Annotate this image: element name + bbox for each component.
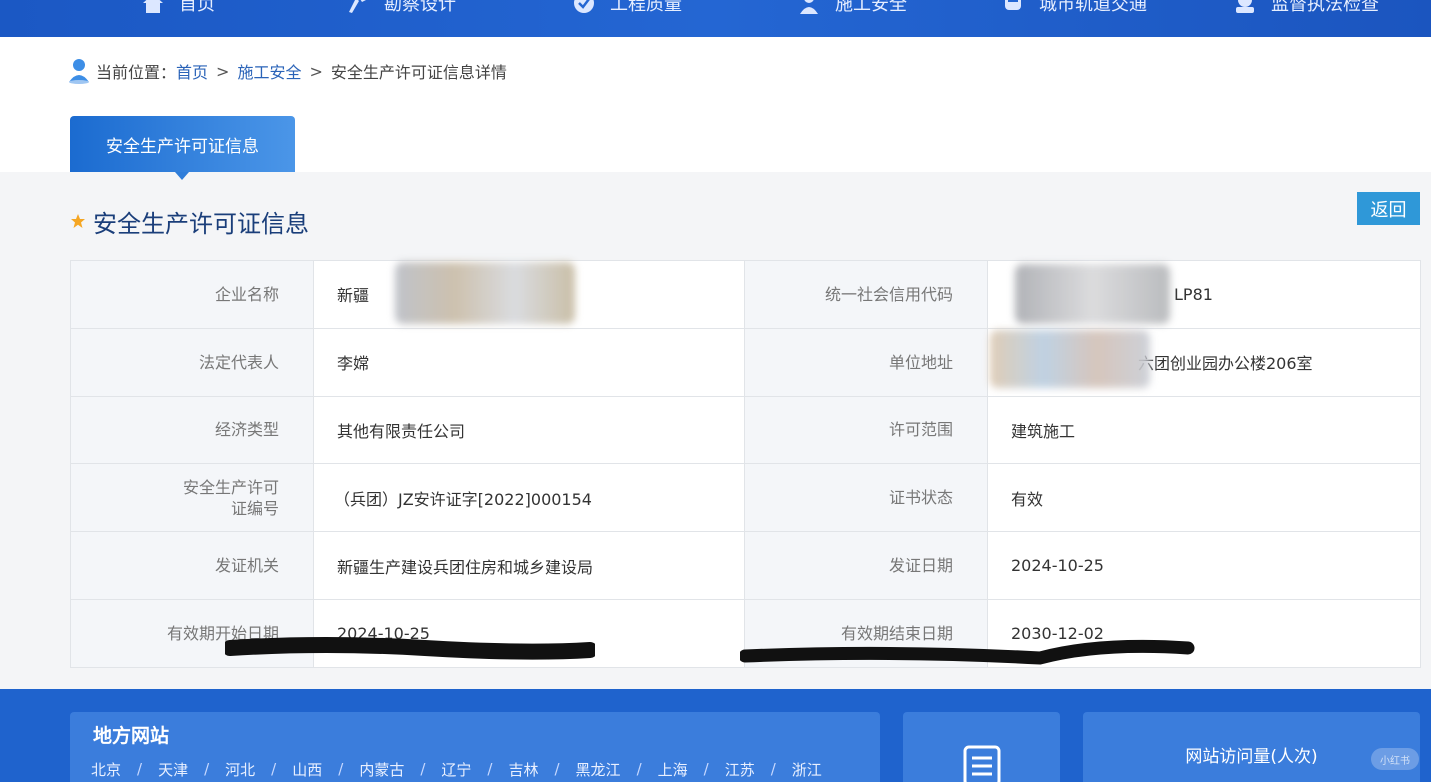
back-button[interactable]: 返回 (1357, 192, 1420, 225)
city-links: 北京 / 天津 / 河北 / 山西 / 内蒙古 / 辽宁 / 吉林 / 黑龙江 … (91, 758, 822, 780)
nav-label: 城市轨道交通 (1039, 0, 1147, 15)
breadcrumb-separator: > (309, 61, 323, 81)
home-icon (143, 0, 163, 13)
field-label: 许可范围 (744, 395, 988, 465)
field-label: 法定代表人 (70, 327, 314, 397)
city-link[interactable]: 河北 (225, 759, 255, 780)
city-separator: / (137, 760, 143, 778)
city-link[interactable]: 黑龙江 (576, 759, 621, 780)
field-label: 统一社会信用代码 (744, 260, 988, 329)
field-label: 企业名称 (70, 260, 314, 329)
redaction-blur (395, 262, 575, 324)
field-label: 安全生产许可 证编号 (70, 463, 314, 533)
top-nav: 首页 勘察设计 工程质量 施工安全 城市轨道交通 监督执法检查 (0, 0, 1431, 37)
city-link[interactable]: 内蒙古 (359, 759, 404, 780)
location-person-icon (69, 59, 89, 84)
license-number-value: （兵团）JZ安许证字[2022]000154 (313, 463, 745, 533)
nav-item-quality[interactable]: 工程质量 (572, 0, 682, 18)
economic-type-value: 其他有限责任公司 (313, 395, 745, 465)
design-icon (349, 0, 366, 13)
city-link[interactable]: 北京 (91, 759, 121, 780)
train-icon (1005, 0, 1021, 10)
issue-date-value: 2024-10-25 (987, 531, 1421, 600)
city-separator: / (636, 760, 642, 778)
breadcrumb-current: 安全生产许可证信息详情 (330, 63, 507, 82)
breadcrumb-home-link[interactable]: 首页 (176, 59, 208, 83)
city-link[interactable]: 上海 (658, 759, 688, 780)
worker-icon (800, 0, 818, 14)
redaction-scribble (225, 637, 595, 660)
redaction-blur (1015, 264, 1170, 324)
city-link[interactable]: 吉林 (508, 759, 538, 780)
table-row: 发证机关 新疆生产建设兵团住房和城乡建设局 发证日期 2024-10-25 (70, 531, 1421, 600)
section-heading: 安全生产许可证信息 (70, 205, 309, 238)
breadcrumb-section-link[interactable]: 施工安全 (237, 59, 301, 83)
nav-item-safety[interactable]: 施工安全 (797, 0, 907, 18)
breadcrumb-separator: > (216, 61, 230, 81)
nav-label: 工程质量 (610, 0, 682, 15)
breadcrumb: 当前位置： 首页 > 施工安全 > 安全生产许可证信息详情 (68, 58, 507, 84)
city-link[interactable]: 山西 (292, 759, 322, 780)
nav-item-home[interactable]: 首页 (141, 0, 215, 18)
city-separator: / (338, 760, 344, 778)
nav-item-design[interactable]: 勘察设计 (346, 0, 456, 18)
redaction-scribble (740, 639, 1195, 665)
legal-rep-value: 李嫦 (313, 327, 745, 397)
cert-label-line2: 证编号 (230, 498, 279, 518)
city-link[interactable]: 天津 (158, 759, 188, 780)
redaction-blur (990, 330, 1150, 388)
breadcrumb-prefix: 当前位置： (96, 63, 177, 82)
nav-label: 首页 (179, 0, 215, 15)
city-link[interactable]: 江苏 (725, 759, 755, 780)
documents-icon (963, 745, 1001, 782)
city-separator: / (204, 760, 210, 778)
field-label: 单位地址 (744, 327, 988, 397)
star-icon (71, 214, 85, 228)
nav-item-rail[interactable]: 城市轨道交通 (1001, 0, 1147, 18)
field-label: 证书状态 (744, 463, 988, 533)
city-link[interactable]: 浙江 (792, 759, 822, 780)
field-label: 经济类型 (70, 395, 314, 465)
tab-license-info[interactable]: 安全生产许可证信息 (70, 116, 295, 172)
field-label: 发证日期 (744, 531, 988, 600)
tab-pointer (175, 172, 189, 180)
table-row: 经济类型 其他有限责任公司 许可范围 建筑施工 (70, 395, 1421, 465)
cert-status-value: 有效 (987, 463, 1421, 533)
nav-label: 监督执法检查 (1271, 0, 1379, 15)
nav-item-inspect[interactable]: 监督执法检查 (1233, 0, 1379, 18)
field-label: 发证机关 (70, 531, 314, 600)
table-row: 法定代表人 李嫦 单位地址 六团创业园办公楼206室 (70, 327, 1421, 397)
city-link[interactable]: 辽宁 (441, 759, 471, 780)
quality-icon (574, 0, 594, 13)
section-title: 安全生产许可证信息 (93, 209, 309, 238)
nav-label: 勘察设计 (384, 0, 456, 15)
inspect-icon (1236, 0, 1254, 13)
visits-title: 网站访问量(人次) (1185, 747, 1318, 767)
city-separator: / (271, 760, 277, 778)
city-separator: / (770, 760, 776, 778)
nav-label: 施工安全 (835, 0, 907, 15)
license-info-table: 企业名称 新疆 统一社会信用代码 LP81 法定代表人 李嫦 单位地址 六团创业… (70, 260, 1421, 668)
cert-label-line1: 安全生产许可 (182, 477, 279, 497)
table-row: 企业名称 新疆 统一社会信用代码 LP81 (70, 260, 1421, 329)
city-separator: / (487, 760, 493, 778)
table-row: 安全生产许可 证编号 （兵团）JZ安许证字[2022]000154 证书状态 有… (70, 463, 1421, 533)
city-separator: / (554, 760, 560, 778)
license-scope-value: 建筑施工 (987, 395, 1421, 465)
watermark-badge: 小红书 (1371, 748, 1419, 770)
city-separator: / (703, 760, 709, 778)
issuing-authority-value: 新疆生产建设兵团住房和城乡建设局 (313, 531, 745, 600)
city-separator: / (420, 760, 426, 778)
local-sites-title: 地方网站 (93, 725, 170, 747)
